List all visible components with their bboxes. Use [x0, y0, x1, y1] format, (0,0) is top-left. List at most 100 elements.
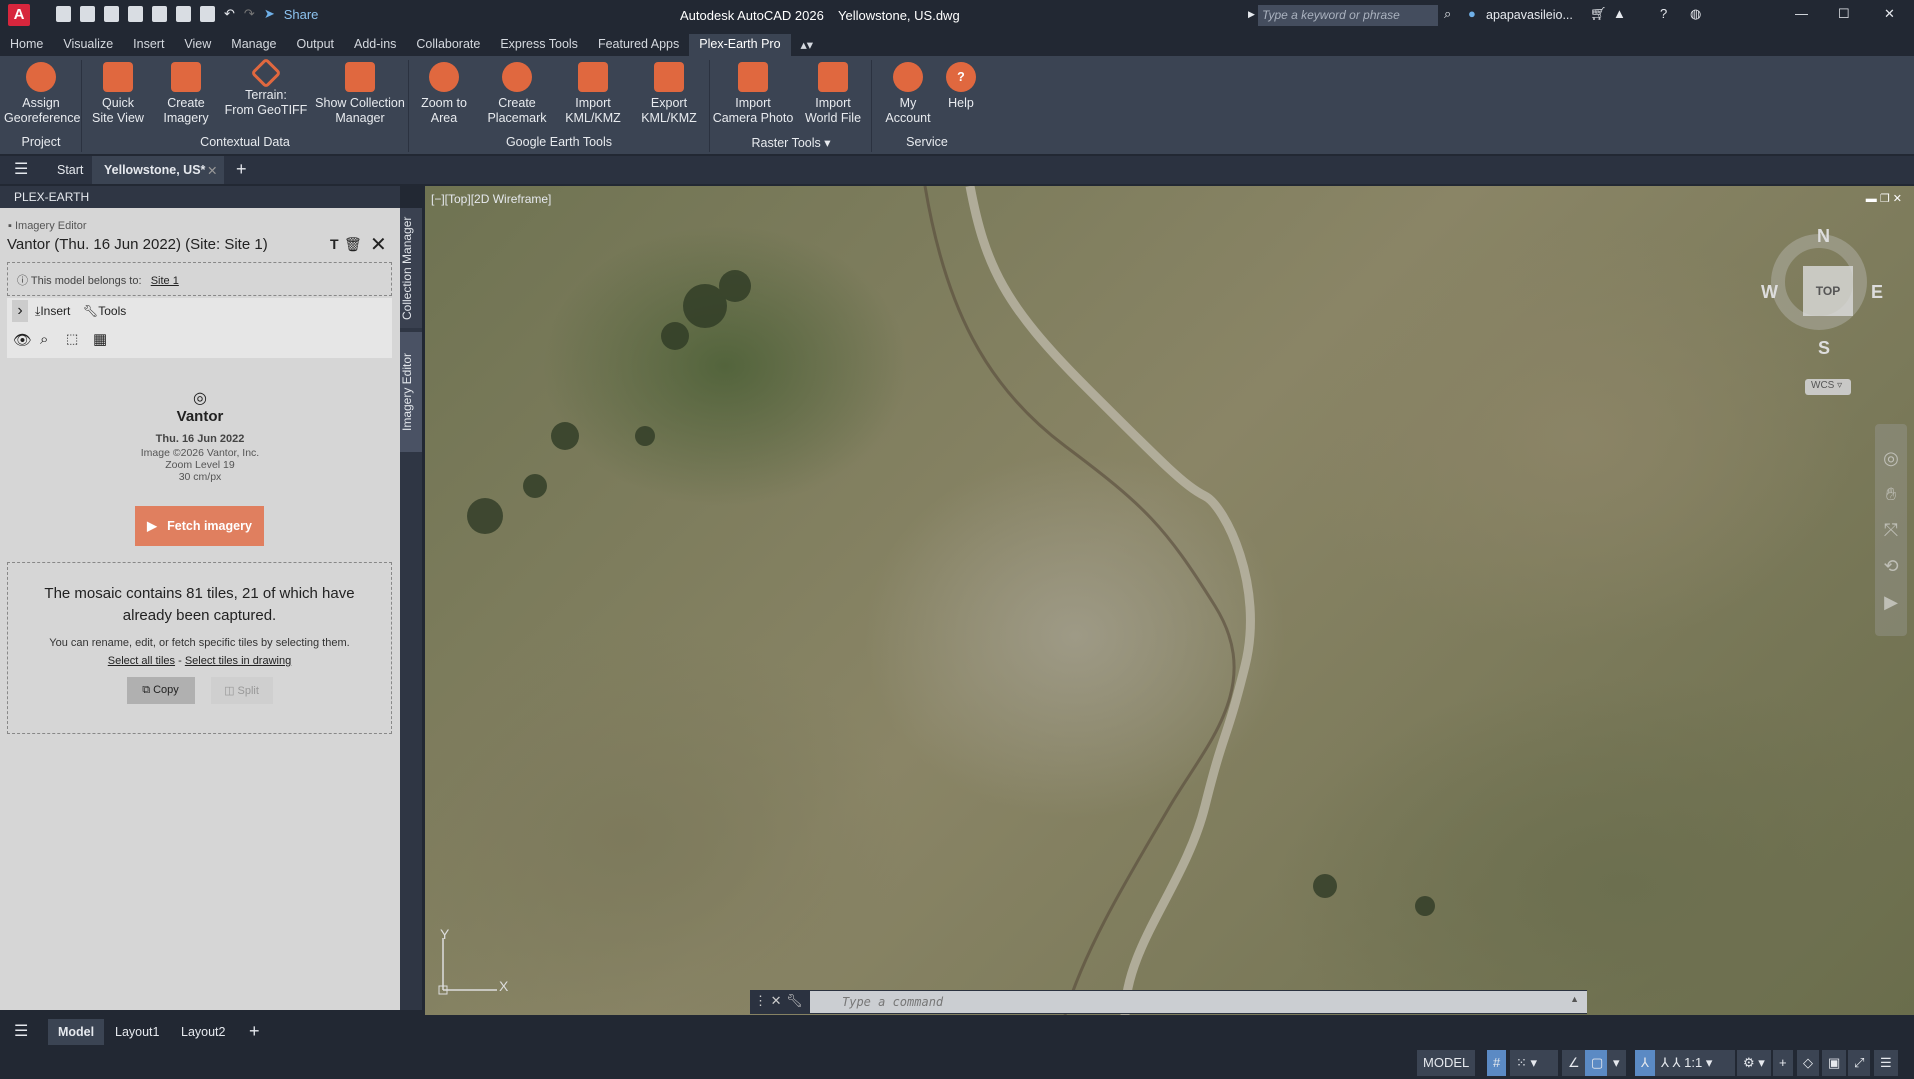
tools-button[interactable]: 🔧︎Tools: [83, 304, 126, 318]
user-account[interactable]: apapavasileio...: [1486, 8, 1573, 22]
eye-icon[interactable]: 👁︎: [13, 331, 32, 349]
ortho-toggle-icon[interactable]: ∠: [1562, 1050, 1586, 1076]
compass-north[interactable]: N: [1817, 226, 1830, 247]
viewport-window-controls[interactable]: ▬ ❐ ✕: [1866, 192, 1902, 205]
import-kml-button[interactable]: Import KML/KMZ: [560, 62, 626, 126]
tab-express-tools[interactable]: Express Tools: [490, 34, 588, 56]
showmotion-icon[interactable]: ▶: [1875, 584, 1907, 620]
polar-dropdown[interactable]: ▾: [1607, 1050, 1626, 1076]
save-as-icon[interactable]: [128, 6, 143, 22]
copy-button[interactable]: ⧉ Copy: [126, 677, 195, 704]
isolate-objects-icon[interactable]: ◇: [1797, 1050, 1819, 1076]
import-camera-photo-button[interactable]: Import Camera Photo: [712, 62, 794, 126]
tab-home[interactable]: Home: [0, 34, 53, 56]
new-tab-button[interactable]: +: [236, 159, 247, 180]
help-icon[interactable]: ?: [1660, 6, 1667, 21]
tab-featured-apps[interactable]: Featured Apps: [588, 34, 689, 56]
delete-icon[interactable]: 🗑︎: [344, 236, 362, 253]
zoom-to-area-button[interactable]: Zoom to Area: [414, 62, 474, 126]
minimize-button[interactable]: —: [1795, 6, 1808, 21]
site-link[interactable]: Site 1: [151, 275, 179, 287]
annotation-visibility-icon[interactable]: ⅄: [1635, 1050, 1655, 1076]
select-frame-icon[interactable]: ⬚: [66, 331, 78, 347]
save-icon[interactable]: [104, 6, 119, 22]
annotation-monitor-icon[interactable]: +: [1773, 1050, 1793, 1076]
command-history-icon[interactable]: ▲: [1570, 994, 1579, 1004]
compass-south[interactable]: S: [1818, 338, 1830, 359]
pan-icon[interactable]: ✋︎: [1875, 476, 1907, 512]
tab-start[interactable]: Start: [57, 163, 83, 177]
tab-layout2[interactable]: Layout2: [181, 1025, 225, 1039]
customization-menu-icon[interactable]: ☰: [1874, 1050, 1898, 1076]
plex-earth-palette-header[interactable]: PLEX-EARTH: [0, 186, 400, 208]
fetch-imagery-button[interactable]: ▶ Fetch imagery: [135, 506, 264, 546]
new-file-icon[interactable]: [56, 6, 71, 22]
clean-screen-icon[interactable]: ⤢: [1848, 1050, 1871, 1076]
snap-toggle-icon[interactable]: ⁙ ▾: [1510, 1050, 1558, 1076]
wcs-dropdown[interactable]: WCS ▿: [1805, 379, 1851, 395]
close-tab-icon[interactable]: ✕: [207, 163, 217, 178]
search-expand-icon[interactable]: ▶: [1248, 9, 1255, 20]
feedback-icon[interactable]: ◍: [1690, 6, 1701, 22]
tab-manage[interactable]: Manage: [221, 34, 286, 56]
import-world-file-button[interactable]: Import World File: [800, 62, 866, 126]
create-imagery-button[interactable]: Create Imagery: [156, 62, 216, 126]
tab-view[interactable]: View: [174, 34, 221, 56]
show-collection-manager-button[interactable]: Show Collection Manager: [314, 62, 406, 126]
mobile-icon[interactable]: [176, 6, 191, 22]
print-icon[interactable]: [200, 6, 215, 22]
tab-plex-earth-pro[interactable]: Plex-Earth Pro: [689, 34, 791, 56]
polar-toggle-icon[interactable]: ▢: [1585, 1050, 1610, 1076]
workspace-gear-icon[interactable]: ⚙ ▾: [1737, 1050, 1771, 1076]
select-tiles-in-drawing-link[interactable]: Select tiles in drawing: [185, 655, 291, 667]
maximize-button[interactable]: ☐: [1838, 6, 1850, 22]
tab-insert[interactable]: Insert: [123, 34, 174, 56]
tab-model[interactable]: Model: [48, 1019, 105, 1045]
my-account-button[interactable]: My Account: [878, 62, 938, 126]
command-input[interactable]: Type a command: [810, 991, 1587, 1013]
assign-georeference-button[interactable]: Assign Georeference: [4, 62, 80, 126]
search-icon[interactable]: ⌕: [40, 331, 48, 348]
viewport-controls-label[interactable]: [−][Top][2D Wireframe]: [431, 192, 551, 206]
new-layout-button[interactable]: +: [249, 1021, 260, 1042]
expand-icon[interactable]: ›: [12, 300, 28, 322]
tab-output[interactable]: Output: [286, 34, 344, 56]
close-command-line-icon[interactable]: ⋮ ✕: [754, 993, 782, 1009]
app-menu-icon[interactable]: ☰: [14, 159, 28, 179]
compass-west[interactable]: W: [1761, 282, 1778, 303]
quick-site-view-button[interactable]: Quick Site View: [88, 62, 148, 126]
steering-wheel-icon[interactable]: ◎: [1875, 440, 1907, 476]
tab-add-ins[interactable]: Add-ins: [344, 34, 406, 56]
graphics-performance-icon[interactable]: ▣: [1822, 1050, 1847, 1076]
insert-button[interactable]: ⤓Insert: [35, 304, 70, 319]
publish-icon[interactable]: [152, 6, 167, 22]
tab-layout1[interactable]: Layout1: [115, 1025, 159, 1039]
model-space-toggle[interactable]: MODEL: [1417, 1050, 1476, 1076]
tab-collection-manager[interactable]: Collection Manager: [400, 208, 422, 328]
zoom-extents-icon[interactable]: ⤧: [1875, 512, 1907, 548]
grid-toggle-icon[interactable]: #: [1487, 1050, 1507, 1076]
autocad-logo[interactable]: A: [8, 4, 30, 26]
undo-icon[interactable]: ↶: [224, 6, 235, 22]
tab-visualize[interactable]: Visualize: [53, 34, 123, 56]
layout-menu-icon[interactable]: ☰: [14, 1021, 28, 1041]
compass-east[interactable]: E: [1871, 282, 1883, 303]
ribbon-minimize-toggle[interactable]: ▴▾: [791, 34, 824, 56]
grid-off-icon[interactable]: ▦: [93, 330, 107, 348]
text-icon[interactable]: T: [330, 236, 339, 252]
search-input[interactable]: Type a keyword or phrase: [1258, 5, 1438, 26]
autodesk-app-icon[interactable]: ▲: [1613, 6, 1626, 21]
share-icon[interactable]: ➤: [264, 6, 275, 22]
share-button[interactable]: Share: [284, 7, 319, 22]
open-file-icon[interactable]: [80, 6, 95, 22]
annotation-scale[interactable]: ⅄ ⅄ 1:1 ▾: [1655, 1050, 1735, 1076]
search-icon[interactable]: ⌕: [1444, 6, 1451, 22]
terrain-geotiff-button[interactable]: Terrain: From GeoTIFF: [224, 57, 308, 118]
help-button[interactable]: ? Help: [942, 62, 980, 111]
redo-icon[interactable]: ↷: [244, 6, 255, 22]
select-all-tiles-link[interactable]: Select all tiles: [108, 655, 175, 667]
tab-collaborate[interactable]: Collaborate: [406, 34, 490, 56]
orbit-icon[interactable]: ⟲: [1875, 548, 1907, 584]
close-panel-icon[interactable]: ✕: [370, 232, 387, 257]
export-kml-button[interactable]: Export KML/KMZ: [636, 62, 702, 126]
